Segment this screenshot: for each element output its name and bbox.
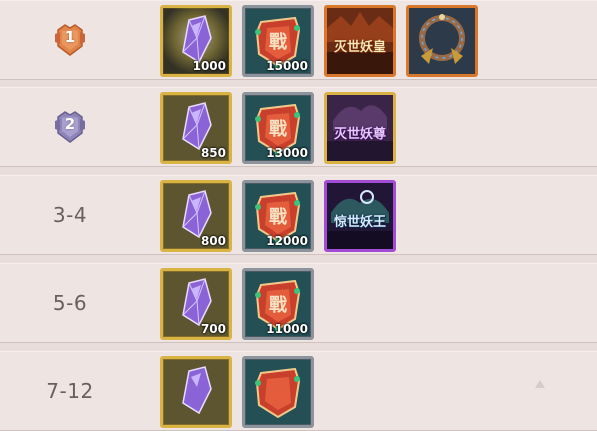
reward-slots: 700 戰 11000: [160, 268, 314, 340]
item-count: 13000: [266, 146, 308, 160]
rank-cell: 5-6: [0, 264, 140, 342]
rank-label: 5-6: [52, 291, 88, 315]
title-name: 灭世妖皇: [333, 40, 386, 55]
rank-number: 2: [64, 115, 76, 133]
silver-medal-icon: 2: [52, 109, 88, 145]
svg-text:戰: 戰: [269, 207, 287, 228]
svg-text:戰: 戰: [269, 32, 287, 53]
reward-slots: 850 戰 13000 灭世妖尊: [160, 92, 396, 164]
rank-cell: 3-4: [0, 176, 140, 254]
rank-label: 7-12: [46, 379, 94, 403]
item-count: 700: [200, 322, 226, 336]
rank-cell: 1: [0, 1, 140, 79]
reward-row-rank-5-6: 5-6 700 戰 11000: [0, 263, 597, 343]
reward-slot[interactable]: [242, 356, 314, 428]
rank-number: 1: [64, 28, 76, 46]
reward-slot[interactable]: 1000: [160, 5, 232, 77]
reward-row-rank-7-12: 7-12: [0, 351, 597, 431]
reward-slots: [160, 356, 314, 428]
reward-slot[interactable]: [406, 5, 478, 77]
reward-slot[interactable]: 戰 12000: [242, 180, 314, 252]
item-count: 1000: [192, 59, 226, 73]
reward-slot[interactable]: 惊世妖王: [324, 180, 396, 252]
reward-slot[interactable]: 戰 13000: [242, 92, 314, 164]
reward-slot[interactable]: 戰 15000: [242, 5, 314, 77]
gold-medal-icon: 1: [52, 22, 88, 58]
reward-row-rank-2: 2 850 戰 13000 灭世妖尊: [0, 87, 597, 167]
reward-slot[interactable]: 800: [160, 180, 232, 252]
item-count: 800: [200, 234, 226, 248]
ring-frame-icon: [409, 8, 475, 74]
reward-slots: 800 戰 12000 惊世妖王: [160, 180, 396, 252]
battle-token-icon: [255, 367, 301, 419]
svg-text:戰: 戰: [269, 119, 287, 140]
item-count: 12000: [266, 234, 308, 248]
scroll-indicator-icon: [535, 380, 545, 388]
reward-slot[interactable]: [160, 356, 232, 428]
svg-text:戰: 戰: [269, 295, 287, 316]
rank-cell: 2: [0, 88, 140, 166]
reward-slots: 1000 戰 15000 灭世妖皇: [160, 5, 478, 77]
title-name: 惊世妖王: [333, 215, 386, 230]
reward-slot[interactable]: 灭世妖皇: [324, 5, 396, 77]
item-count: 15000: [266, 59, 308, 73]
reward-slot[interactable]: 灭世妖尊: [324, 92, 396, 164]
item-count: 11000: [266, 322, 308, 336]
reward-slot[interactable]: 850: [160, 92, 232, 164]
title-name: 灭世妖尊: [333, 127, 386, 142]
item-count: 850: [200, 146, 226, 160]
reward-slot[interactable]: 戰 11000: [242, 268, 314, 340]
rank-reward-list[interactable]: 1 1000 戰 15000 灭世妖皇 2 850 戰 13000 灭世妖尊 3…: [0, 0, 597, 431]
rank-cell: 7-12: [0, 352, 140, 430]
reward-slot[interactable]: 700: [160, 268, 232, 340]
reward-row-rank-3-4: 3-4 800 戰 12000 惊世妖王: [0, 175, 597, 255]
reward-row-rank-1: 1 1000 戰 15000 灭世妖皇: [0, 0, 597, 80]
purple-crystal-icon: [163, 359, 229, 425]
rank-label: 3-4: [52, 203, 88, 227]
